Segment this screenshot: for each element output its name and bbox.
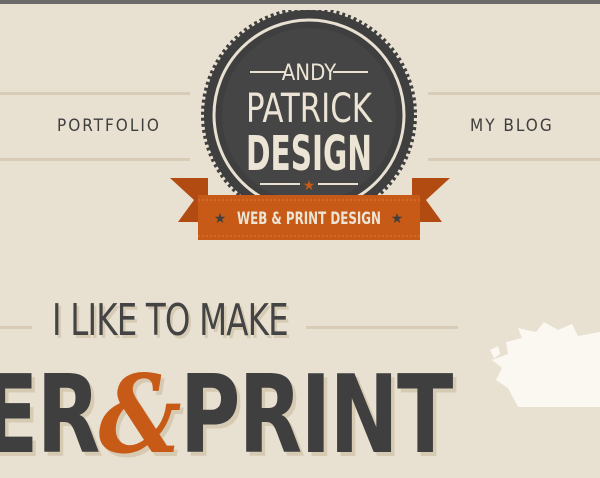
- browser-top-border: [0, 0, 600, 4]
- tagline-rule-left: [0, 326, 32, 329]
- hero-headline: ER&PRINT: [0, 352, 453, 478]
- hero-headline-right: PRINT: [179, 353, 453, 478]
- uk-map-illustration: [486, 322, 600, 407]
- badge-line-andy: ANDY: [282, 61, 337, 86]
- hero-tagline: I LIKE TO MAKE: [52, 295, 289, 346]
- ribbon-star-right-icon: ★: [391, 211, 404, 227]
- ribbon-text: WEB & PRINT DESIGN: [237, 209, 381, 229]
- tagline-rule-right: [306, 326, 458, 329]
- hero-ampersand: &: [98, 352, 182, 478]
- nav-portfolio-link[interactable]: PORTFOLIO: [57, 116, 161, 136]
- hero-headline-left: ER: [0, 353, 100, 478]
- logo-badge[interactable]: ★ ANDY PATRICK DESIGN ★ ★ WEB & PRINT DE…: [160, 10, 460, 250]
- badge-line-design: DESIGN: [246, 126, 372, 182]
- nav-blog-link[interactable]: MY BLOG: [470, 116, 554, 136]
- ribbon-star-left-icon: ★: [214, 211, 227, 227]
